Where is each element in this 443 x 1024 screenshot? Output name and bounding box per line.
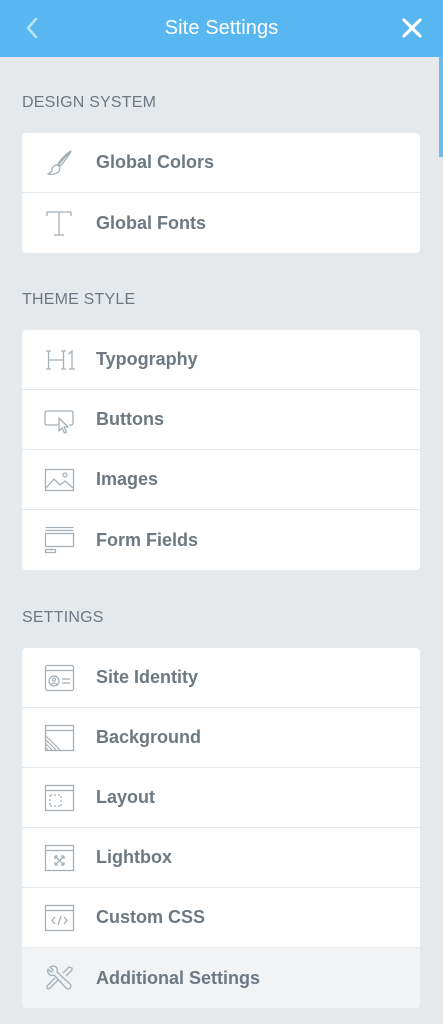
close-icon — [402, 18, 422, 38]
page-title: Site Settings — [164, 17, 279, 39]
brush-icon — [47, 149, 72, 175]
back-button[interactable] — [18, 14, 46, 42]
design-system-card: Global Colors Global Fonts — [22, 133, 420, 253]
menu-item-label: Form Fields — [96, 529, 199, 550]
menu-item-typography[interactable]: Typography — [22, 330, 420, 390]
form-fields-icon — [44, 526, 75, 554]
menu-item-label: Custom CSS — [96, 907, 206, 927]
image-icon — [44, 468, 75, 491]
menu-item-label: Typography — [96, 349, 198, 369]
menu-item-label: Images — [96, 469, 159, 489]
menu-item-layout[interactable]: Layout — [22, 768, 420, 828]
chevron-left-icon — [26, 17, 38, 39]
menu-item-lightbox[interactable]: Lightbox — [22, 828, 420, 888]
lightbox-icon — [44, 844, 75, 871]
menu-item-label: Additional Settings — [96, 967, 260, 988]
theme-style-card: Typography Buttons Images Form Fields — [22, 330, 420, 570]
heading-icon — [46, 349, 75, 370]
typeface-icon — [46, 211, 72, 236]
tools-icon — [46, 965, 73, 990]
menu-item-label: Layout — [96, 787, 156, 807]
settings-card: Site Identity Background Layout Lightbox… — [22, 648, 420, 1008]
button-cursor-icon — [44, 409, 74, 434]
section-title-settings: SETTINGS — [22, 609, 104, 626]
section-title-design-system: DESIGN SYSTEM — [22, 94, 157, 111]
menu-item-label: Buttons — [96, 409, 164, 429]
menu-item-site-identity[interactable]: Site Identity — [22, 648, 420, 708]
menu-item-background[interactable]: Background — [22, 708, 420, 768]
menu-item-global-fonts[interactable]: Global Fonts — [22, 193, 420, 253]
menu-item-global-colors[interactable]: Global Colors — [22, 133, 420, 193]
menu-item-label: Lightbox — [96, 847, 172, 867]
layout-icon — [44, 784, 75, 811]
code-icon — [44, 904, 75, 931]
menu-item-form-fields[interactable]: Form Fields — [22, 510, 420, 570]
menu-item-label: Site Identity — [96, 667, 199, 687]
menu-item-images[interactable]: Images — [22, 450, 420, 510]
scrollbar[interactable] — [439, 57, 443, 157]
menu-item-label: Background — [96, 727, 202, 747]
site-identity-icon — [44, 664, 75, 691]
menu-item-buttons[interactable]: Buttons — [22, 390, 420, 450]
menu-item-custom-css[interactable]: Custom CSS — [22, 888, 420, 948]
close-button[interactable] — [397, 13, 427, 43]
menu-item-label: Global Fonts — [96, 212, 206, 233]
section-title-theme-style: THEME STYLE — [22, 291, 136, 308]
menu-item-additional-settings[interactable]: Additional Settings — [22, 948, 420, 1008]
background-icon — [44, 724, 75, 751]
menu-item-label: Global Colors — [96, 152, 215, 172]
header-bar: Site Settings — [0, 0, 443, 57]
